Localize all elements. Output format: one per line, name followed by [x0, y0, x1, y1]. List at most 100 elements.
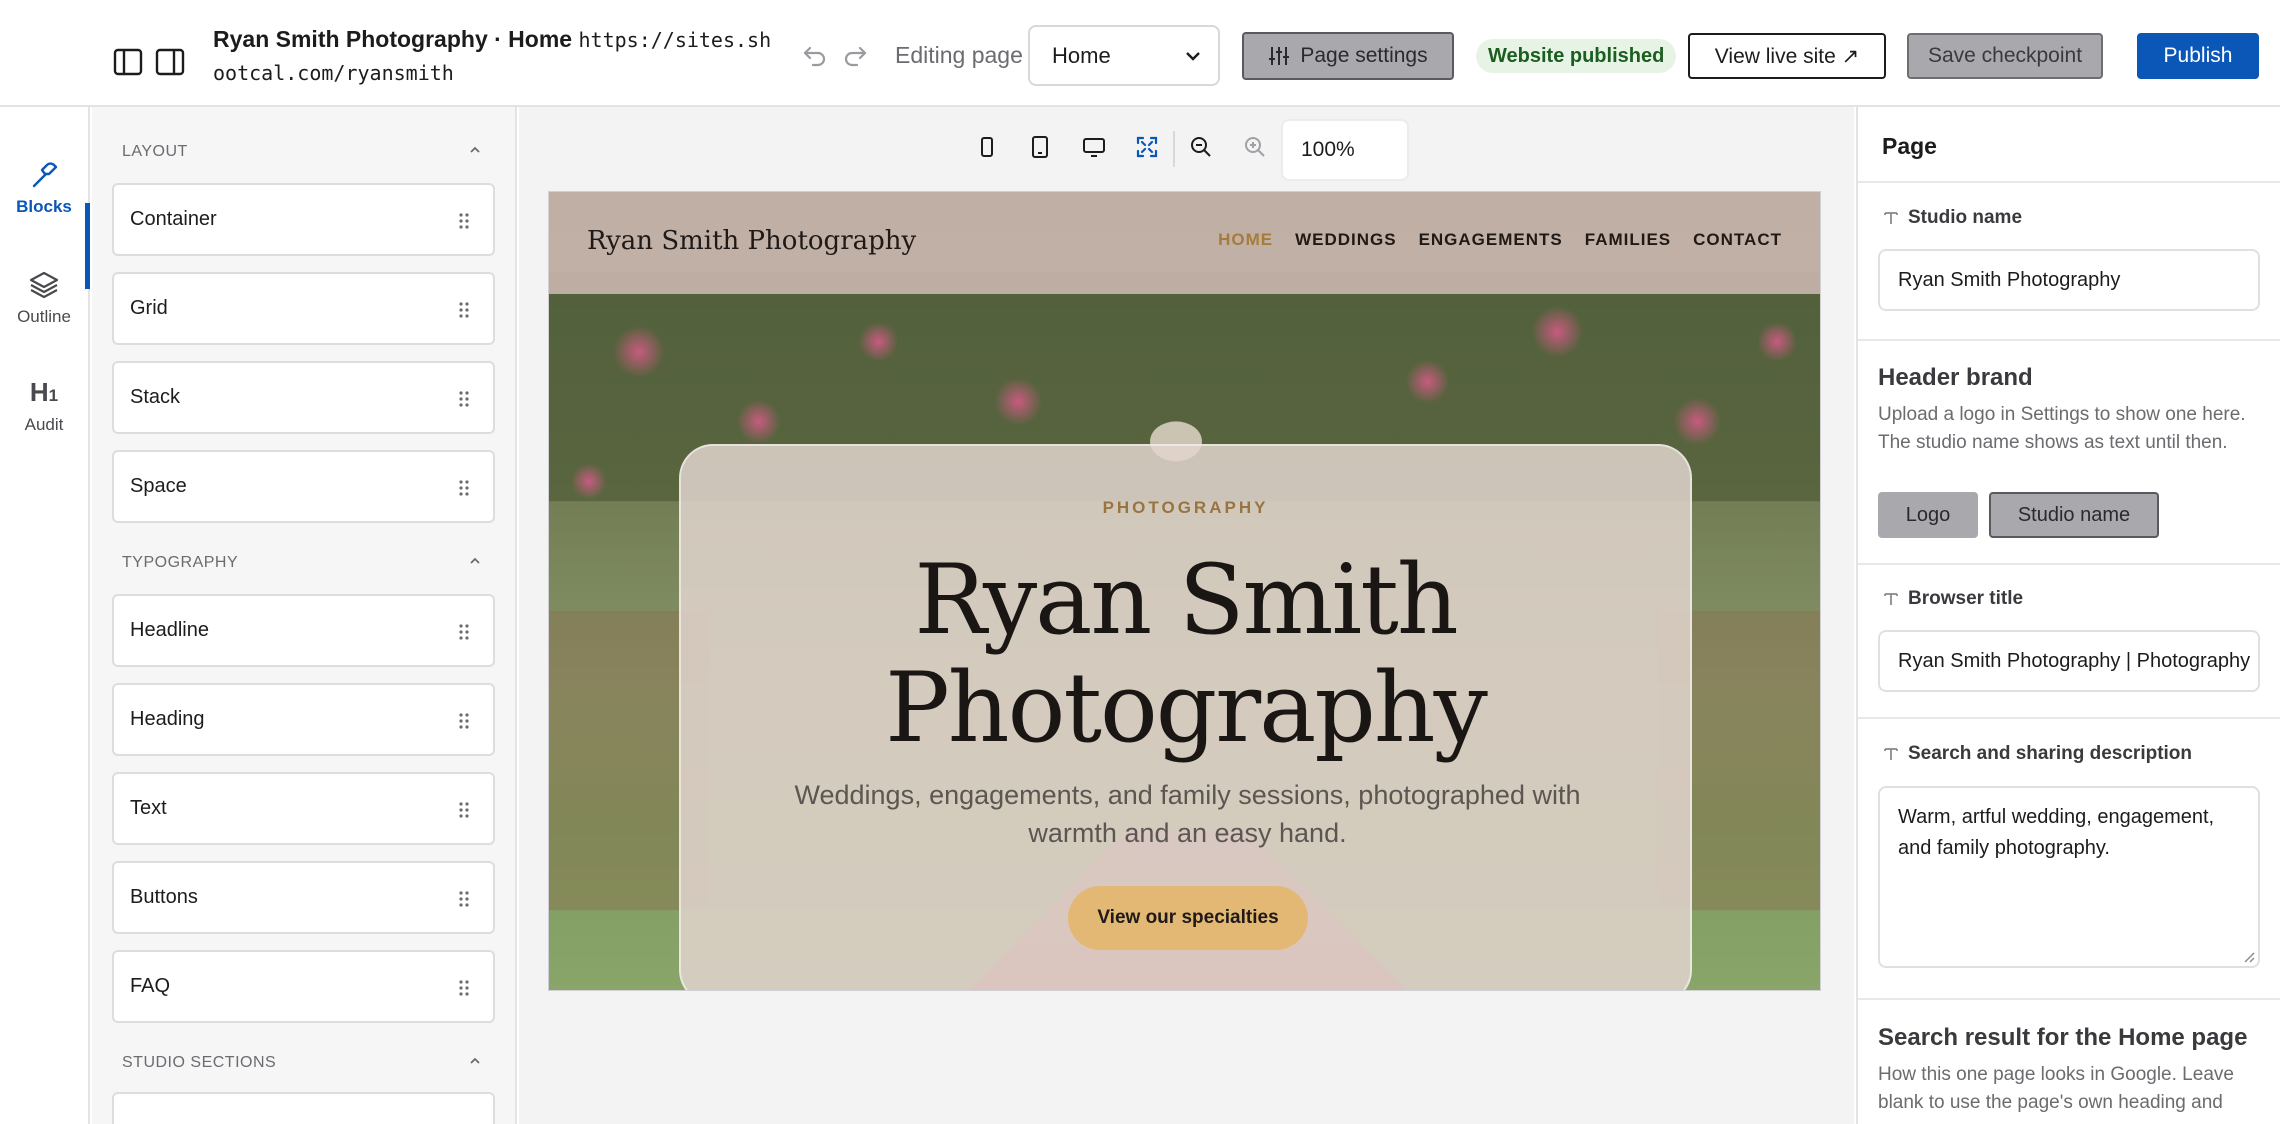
drag-handle-icon[interactable] — [459, 891, 469, 907]
browser-title-label-text: Browser title — [1908, 588, 2024, 609]
viewport-toolbar: 100% — [519, 107, 1854, 191]
block-grid[interactable]: Grid — [112, 272, 495, 345]
text-field-icon — [1884, 593, 1898, 605]
site-header: Ryan Smith Photography HOME WEDDINGS ENG… — [549, 192, 1820, 294]
site-nav-links: HOME WEDDINGS ENGAGEMENTS FAMILIES CONTA… — [1218, 230, 1782, 250]
text-field-icon — [1884, 212, 1898, 224]
drag-handle-icon[interactable] — [459, 624, 469, 640]
phone-view-icon[interactable] — [974, 134, 1000, 160]
site-name: Ryan Smith Photography · Home — [213, 26, 573, 52]
view-live-site-button[interactable]: View live site ↗ — [1688, 33, 1886, 79]
block-heading[interactable]: Heading — [112, 683, 495, 756]
block-label: Stack — [130, 386, 181, 408]
left-rail: Blocks Outline H1 Audit — [0, 107, 90, 1124]
description-value: Warm, artful wedding, engagement, and fa… — [1898, 806, 2215, 859]
chevron-up-icon — [470, 1057, 480, 1064]
studio-sections-header[interactable]: STUDIO SECTIONS — [122, 1054, 492, 1072]
publish-button[interactable]: Publish — [2137, 33, 2259, 79]
block-space[interactable]: Space — [112, 450, 495, 523]
description-label-text: Search and sharing description — [1908, 743, 2193, 764]
rail-label-outline: Outline — [17, 307, 71, 326]
undo-icon[interactable] — [800, 40, 830, 70]
block-text[interactable]: Text — [112, 772, 495, 845]
drag-handle-icon[interactable] — [459, 480, 469, 496]
hero-title-line-2: Photography — [885, 652, 1488, 764]
site-preview: Ryan Smith Photography HOME WEDDINGS ENG… — [548, 191, 1821, 991]
desktop-view-icon[interactable] — [1081, 134, 1107, 160]
block-buttons[interactable]: Buttons — [112, 861, 495, 934]
drag-handle-icon[interactable] — [459, 802, 469, 818]
header-brand-help: Upload a logo in Settings to show one he… — [1878, 404, 2246, 453]
studio-name-input[interactable]: Ryan Smith Photography — [1878, 249, 2260, 311]
drag-handle-icon[interactable] — [459, 713, 469, 729]
fit-screen-icon[interactable] — [1134, 134, 1160, 160]
chevron-up-icon — [470, 146, 480, 153]
drag-handle-icon[interactable] — [459, 980, 469, 996]
block-label: Text — [130, 797, 167, 819]
header-brand-logo-option[interactable]: Logo — [1878, 492, 1978, 538]
site-title-block: Ryan Smith Photography · Home https://si… — [213, 23, 773, 89]
section-divider — [1858, 339, 2280, 341]
drag-handle-icon[interactable] — [459, 213, 469, 229]
page-select-value: Home — [1052, 42, 1111, 68]
site-nav-families[interactable]: FAMILIES — [1585, 230, 1671, 250]
save-checkpoint-button[interactable]: Save checkpoint — [1907, 33, 2103, 79]
rail-item-blocks[interactable]: Blocks — [0, 159, 90, 289]
published-status-badge: Website published — [1476, 39, 1677, 73]
block-label: Grid — [130, 297, 168, 319]
redo-icon[interactable] — [840, 40, 870, 70]
site-nav-engagements[interactable]: ENGAGEMENTS — [1419, 230, 1563, 250]
hero-subtitle: Weddings, engagements, and family sessio… — [794, 780, 1581, 848]
drag-handle-icon[interactable] — [459, 391, 469, 407]
hero-cta-button[interactable]: View our specialties — [1068, 886, 1308, 950]
sliders-icon — [1269, 47, 1290, 65]
site-nav-home[interactable]: HOME — [1218, 230, 1273, 250]
search-result-help: How this one page looks in Google. Leave… — [1878, 1064, 2234, 1113]
rail-label-audit: Audit — [24, 415, 64, 434]
block-faq[interactable]: FAQ — [112, 950, 495, 1023]
browser-title-label: Browser title — [1882, 588, 2023, 610]
typography-section-header[interactable]: TYPOGRAPHY — [122, 554, 492, 572]
drag-handle-icon[interactable] — [459, 302, 469, 318]
studio-name-label: Studio name — [1882, 207, 2022, 229]
block-label: Space — [130, 475, 187, 497]
properties-title: Page — [1858, 107, 2280, 183]
zoom-in-icon[interactable] — [1242, 134, 1268, 160]
site-brand-text[interactable]: Ryan Smith Photography — [587, 226, 916, 256]
block-label: Container — [130, 208, 217, 230]
block-label: Buttons — [130, 886, 198, 908]
toggle-right-sidebar-icon[interactable] — [155, 47, 185, 77]
editor-canvas: 100% Ryan Smith Photography HOME WEDDING… — [519, 107, 1854, 1124]
zoom-out-icon[interactable] — [1188, 134, 1214, 160]
chevron-down-icon — [1186, 52, 1200, 61]
site-nav-contact[interactable]: CONTACT — [1693, 230, 1782, 250]
blocks-panel: LAYOUT Container Grid Stack Space TYPOGR… — [92, 107, 517, 1124]
rail-item-audit[interactable]: H1 Audit — [0, 377, 88, 469]
browser-title-input[interactable]: Ryan Smith Photography | Photography — [1878, 630, 2260, 692]
chevron-up-icon — [470, 557, 480, 564]
block-container[interactable]: Container — [112, 183, 495, 256]
description-textarea[interactable]: Warm, artful wedding, engagement, and fa… — [1878, 786, 2260, 968]
page-settings-button[interactable]: Page settings — [1242, 32, 1454, 80]
block-label: Headline — [130, 619, 209, 641]
hero-card[interactable]: PHOTOGRAPHY Ryan Smith Photography Weddi… — [679, 444, 1692, 990]
zoom-input[interactable]: 100% — [1281, 119, 1409, 181]
block-stack[interactable]: Stack — [112, 361, 495, 434]
search-result-title: Search result for the Home page — [1878, 1024, 2248, 1051]
tablet-view-icon[interactable] — [1027, 134, 1053, 160]
editing-page-label: Editing page — [895, 42, 1023, 68]
layout-section-header[interactable]: LAYOUT — [122, 143, 492, 161]
toggle-left-sidebar-icon[interactable] — [113, 47, 143, 77]
block-label: FAQ — [130, 975, 171, 997]
rail-item-outline[interactable]: Outline — [0, 269, 88, 361]
block-headline[interactable]: Headline — [112, 594, 495, 667]
hammer-icon — [32, 162, 58, 188]
studio-sections-title: STUDIO SECTIONS — [122, 1054, 277, 1071]
resize-handle-icon[interactable] — [2243, 951, 2255, 963]
block-studio-section[interactable] — [112, 1092, 495, 1124]
section-divider — [1858, 717, 2280, 719]
hero-title-line-1: Ryan Smith — [914, 544, 1458, 656]
page-select[interactable]: Home — [1028, 25, 1220, 86]
site-nav-weddings[interactable]: WEDDINGS — [1295, 230, 1397, 250]
header-brand-studio-name-option[interactable]: Studio name — [1989, 492, 2159, 538]
